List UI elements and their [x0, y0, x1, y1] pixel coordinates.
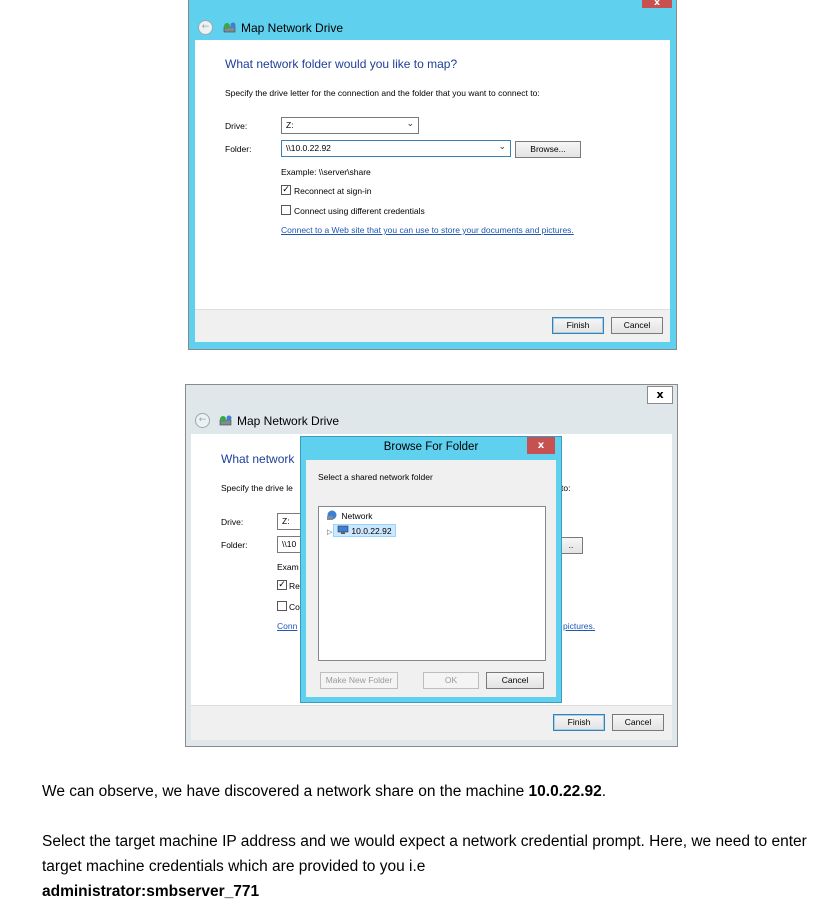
expand-arrow-icon[interactable]: ▷: [327, 528, 332, 536]
folder-label: Folder:: [225, 144, 252, 154]
ok-button[interactable]: OK: [423, 672, 479, 689]
close-button[interactable]: x: [642, 0, 672, 8]
instruction-text: Select the target machine IP address and…: [42, 833, 807, 875]
dialog-body: What network folder would you like to ma…: [195, 40, 670, 342]
chevron-down-icon: ⌄: [498, 141, 506, 151]
dialog-heading: What network: [221, 452, 295, 466]
map-network-drive-window: x ← Map Network Drive What network folde…: [188, 0, 677, 350]
dialog-footer: Finish Cancel: [191, 705, 672, 740]
tree-item-network[interactable]: Network: [325, 510, 373, 521]
close-button[interactable]: x: [647, 386, 673, 404]
browse-button[interactable]: ..: [559, 537, 583, 554]
finish-button[interactable]: Finish: [553, 714, 605, 731]
dialog-instruction-tail: to:: [561, 483, 571, 493]
browse-prompt: Select a shared network folder: [318, 472, 433, 482]
reconnect-label: Re: [289, 581, 300, 591]
folder-example: Exam: [277, 562, 299, 572]
folder-label: Folder:: [221, 540, 248, 550]
finish-button[interactable]: Finish: [552, 317, 604, 334]
web-site-link[interactable]: Conn: [277, 621, 297, 631]
credentials-checkbox[interactable]: [281, 205, 291, 215]
dialog-heading: What network folder would you like to ma…: [225, 57, 458, 71]
web-site-link[interactable]: Connect to a Web site that you can use t…: [281, 225, 574, 235]
credentials-text: administrator:smbserver_771: [42, 883, 260, 900]
folder-input-value: \\10: [282, 539, 297, 549]
reconnect-checkbox[interactable]: ✓: [281, 185, 291, 195]
paragraph-instruction: Select the target machine IP address and…: [42, 829, 822, 904]
chevron-down-icon: ⌄: [406, 118, 414, 128]
drive-select-value: Z:: [282, 516, 290, 526]
window-title-text: Map Network Drive: [237, 414, 340, 428]
cancel-button[interactable]: Cancel: [612, 714, 664, 731]
back-arrow-icon[interactable]: ←: [198, 20, 213, 35]
credentials-label: Co: [289, 602, 300, 612]
dialog-instruction: Specify the drive le: [221, 483, 293, 493]
tree-item-10-0-22-92[interactable]: 10.0.22.92: [333, 524, 396, 537]
cancel-button[interactable]: Cancel: [611, 317, 663, 334]
dialog-instruction: Specify the drive letter for the connect…: [225, 88, 540, 98]
observation-end: .: [601, 783, 607, 800]
browse-for-folder-dialog: Browse For Folder x Select a shared netw…: [300, 436, 562, 703]
observation-text: We can observe, we have discovered a net…: [42, 783, 529, 800]
tree-item-label: 10.0.22.92: [351, 526, 392, 536]
credentials-checkbox[interactable]: [277, 601, 287, 611]
close-button[interactable]: x: [527, 437, 555, 454]
credentials-label: Connect using different credentials: [294, 206, 425, 216]
network-drive-icon: [219, 415, 232, 426]
window-title-text: Map Network Drive: [241, 21, 344, 35]
drive-select-value: Z:: [286, 120, 294, 130]
drive-select[interactable]: Z: ⌄: [281, 117, 419, 134]
back-arrow-icon[interactable]: ←: [195, 413, 210, 428]
network-icon: [327, 510, 337, 520]
folder-input-value: \\10.0.22.92: [286, 143, 331, 153]
reconnect-label: Reconnect at sign-in: [294, 186, 372, 196]
cancel-button[interactable]: Cancel: [486, 672, 544, 689]
drive-label: Drive:: [225, 121, 248, 131]
browse-dialog-body: Select a shared network folder Network ▷…: [306, 460, 556, 697]
ip-address: 10.0.22.92: [528, 783, 602, 800]
dialog-footer: Finish Cancel: [195, 309, 670, 342]
folder-tree[interactable]: Network ▷ 10.0.22.92: [318, 506, 546, 661]
drive-label: Drive:: [221, 517, 244, 527]
web-site-link-tail[interactable]: pictures.: [563, 621, 595, 631]
reconnect-checkbox[interactable]: ✓: [277, 580, 287, 590]
folder-example: Example: \\server\share: [281, 167, 371, 177]
paragraph-observation: We can observe, we have discovered a net…: [42, 779, 822, 804]
make-new-folder-button[interactable]: Make New Folder: [320, 672, 398, 689]
browse-dialog-title: Browse For Folder: [383, 441, 479, 453]
computer-icon: [337, 525, 349, 534]
window-title: Map Network Drive: [223, 21, 343, 35]
folder-input[interactable]: \\10.0.22.92 ⌄: [281, 140, 511, 157]
tree-item-label: Network: [341, 511, 373, 521]
browse-button[interactable]: Browse...: [515, 141, 581, 158]
network-drive-icon: [223, 22, 236, 33]
window-title: Map Network Drive: [219, 414, 339, 428]
